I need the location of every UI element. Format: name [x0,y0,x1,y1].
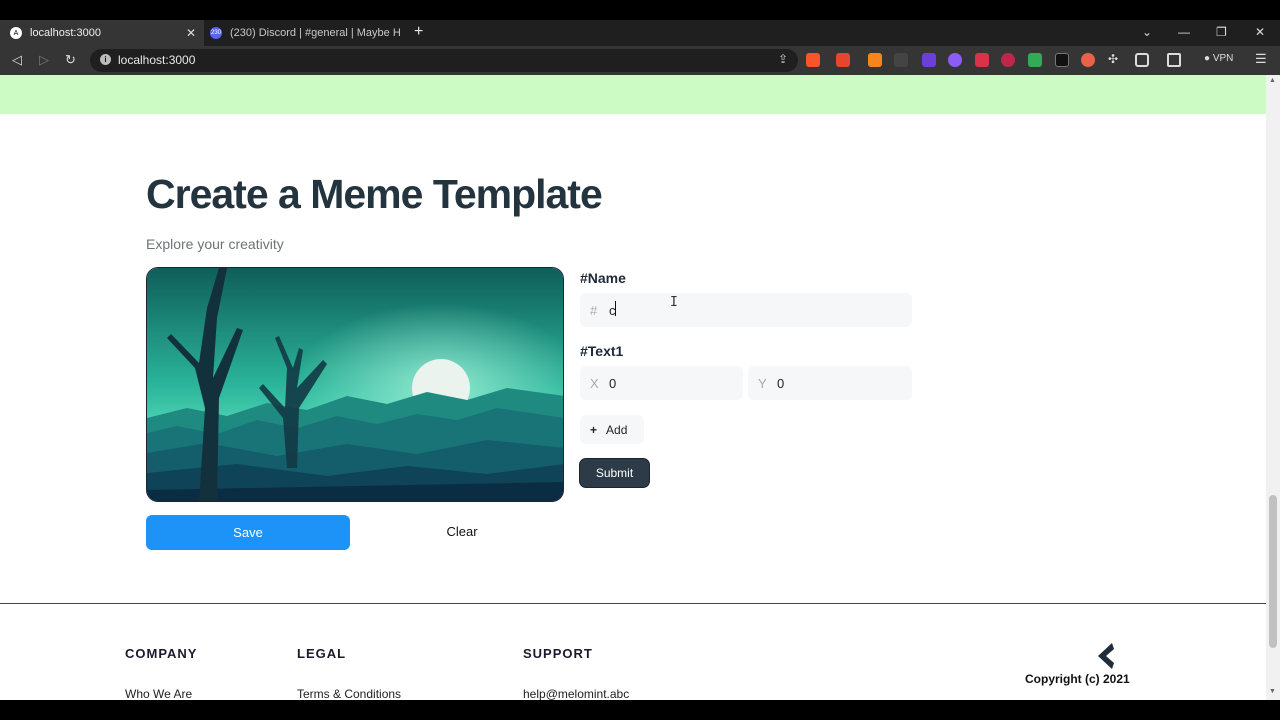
scrollbar-thumb[interactable] [1269,495,1277,648]
y-prefix: Y [758,376,767,391]
tab-label: (230) Discord | #general | Maybe Hack [230,27,400,39]
page-title: Create a Meme Template [146,171,603,217]
footer-divider [0,603,1266,604]
window-close-icon[interactable]: ✕ [1255,25,1265,39]
page-content: Create a Meme Template Explore your crea… [0,75,1266,700]
tab-discord[interactable]: 230 (230) Discord | #general | Maybe Hac… [206,20,406,46]
puzzle-icon[interactable]: ✣ [1108,52,1122,66]
top-banner [0,75,1266,114]
x-prefix: X [590,376,599,391]
footer-company-heading: COMPANY [125,646,198,661]
tiktok-icon[interactable] [1055,53,1069,67]
back-icon[interactable]: ◁ [12,52,22,68]
scroll-up-icon[interactable]: ▲ [1269,77,1276,84]
color-picker-icon[interactable] [1028,53,1042,67]
tab-label: localhost:3000 [30,27,101,39]
text1-label: #Text1 [580,343,624,359]
copyright-text: Copyright (c) 2021 [1025,672,1130,686]
text-cursor-icon: I [670,295,678,310]
tab-search-chevron-icon[interactable]: ⌄ [1142,25,1152,39]
forest-moon-illustration [147,268,563,501]
close-tab-icon[interactable]: ✕ [186,26,196,40]
name-field[interactable]: # [580,293,912,327]
footer-link-support-email[interactable]: help@melomint.abc [523,687,629,700]
meme-image[interactable] [146,267,564,502]
screen-bottom-bar [0,700,1280,720]
new-tab-plus-icon[interactable]: + [414,23,423,41]
discord-favicon-icon: 230 [210,27,222,39]
vpn-button[interactable]: ● VPN [1204,53,1233,64]
extension-icon[interactable] [894,53,908,67]
site-info-icon[interactable]: i [100,54,111,65]
name-input[interactable] [609,303,859,318]
add-button[interactable]: + Add [580,415,644,444]
page-scrollbar[interactable]: ▲ ▼ [1266,75,1280,700]
share-icon[interactable]: ⇪ [778,52,788,66]
extension-icon[interactable] [948,53,962,67]
vpn-label: VPN [1212,53,1234,64]
menu-icon[interactable]: ☰ [1255,51,1267,67]
extension-badge-icon[interactable] [922,53,936,67]
page-subtitle: Explore your creativity [146,236,284,252]
footer-legal-heading: LEGAL [297,646,347,661]
scroll-down-icon[interactable]: ▼ [1269,688,1276,695]
footer-link-who-we-are[interactable]: Who We Are [125,687,192,700]
minimize-icon[interactable]: — [1178,25,1190,39]
extension-icon[interactable] [1001,53,1015,67]
address-bar[interactable]: i localhost:3000 ⇪ [90,49,798,72]
wallet-icon[interactable] [1167,53,1181,67]
reload-icon[interactable]: ↻ [65,52,76,68]
metamask-icon[interactable] [868,53,882,67]
add-label: Add [606,422,628,437]
plus-icon: + [590,422,598,437]
brave-rewards-icon[interactable] [836,53,850,67]
browser-tabstrip: A localhost:3000 ✕ 230 (230) Discord | #… [0,20,1280,46]
footer-support-heading: SUPPORT [523,646,593,661]
address-url: localhost:3000 [118,53,196,67]
browser-toolbar: ◁ ▷ ↻ i localhost:3000 ⇪ ✣ ● VPN ☰ [0,46,1280,75]
name-label: #Name [580,270,626,286]
y-field[interactable]: Y 0 [748,366,912,400]
extension-icon[interactable] [1081,53,1095,67]
tab-localhost[interactable]: A localhost:3000 ✕ [0,20,204,46]
clear-button[interactable]: Clear [420,524,504,539]
screen: A localhost:3000 ✕ 230 (230) Discord | #… [0,0,1280,720]
save-button[interactable]: Save [146,515,350,550]
tab-favicon-icon: A [10,27,22,39]
text-caret [615,301,616,316]
footer-link-terms[interactable]: Terms & Conditions [297,687,401,700]
y-value: 0 [777,376,785,391]
forward-icon[interactable]: ▷ [39,52,49,68]
restore-icon[interactable]: ❐ [1216,25,1227,39]
submit-button[interactable]: Submit [579,458,650,488]
hash-prefix-icon: # [590,303,598,318]
x-field[interactable]: X 0 [580,366,743,400]
sidebar-icon[interactable] [1135,53,1149,67]
brand-logo-icon [1094,643,1116,674]
brave-shield-icon[interactable] [806,53,820,67]
extension-icon[interactable] [975,53,989,67]
